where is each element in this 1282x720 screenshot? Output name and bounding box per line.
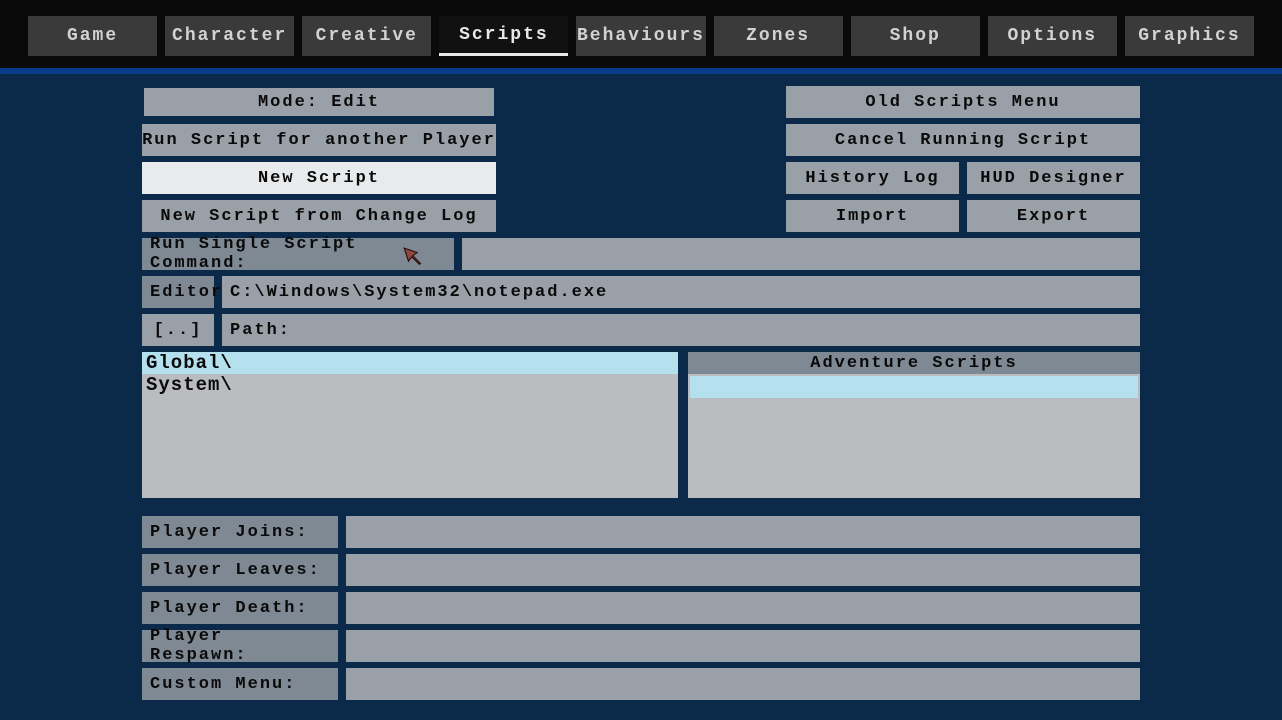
cancel-running-button[interactable]: Cancel Running Script: [784, 122, 1142, 158]
mode-button[interactable]: Mode: Edit: [140, 84, 498, 120]
tab-shop[interactable]: Shop: [851, 16, 980, 56]
player-joins-value[interactable]: [344, 514, 1142, 550]
tab-creative[interactable]: Creative: [302, 16, 431, 56]
player-leaves-value[interactable]: [344, 552, 1142, 588]
updir-button[interactable]: [..]: [140, 312, 216, 348]
export-button[interactable]: Export: [965, 198, 1142, 234]
adventure-scripts-list[interactable]: [688, 374, 1140, 498]
custom-menu-label: Custom Menu:: [140, 666, 340, 702]
run-for-player-button[interactable]: Run Script for another Player: [140, 122, 498, 158]
path-label: Path:: [230, 321, 291, 340]
path-input[interactable]: Path:: [220, 312, 1142, 348]
folder-list[interactable]: Global\ System\: [140, 350, 680, 500]
run-single-input[interactable]: [460, 236, 1142, 272]
tab-character[interactable]: Character: [165, 16, 294, 56]
run-single-label: Run Single Script Command:: [140, 236, 456, 272]
history-log-button[interactable]: History Log: [784, 160, 961, 196]
tab-options[interactable]: Options: [988, 16, 1117, 56]
custom-menu-value[interactable]: [344, 666, 1142, 702]
tab-game[interactable]: Game: [28, 16, 157, 56]
new-from-log-button[interactable]: New Script from Change Log: [140, 198, 498, 234]
tab-scripts[interactable]: Scripts: [439, 16, 568, 56]
top-tab-bar: Game Character Creative Scripts Behaviou…: [0, 0, 1282, 68]
hud-designer-button[interactable]: HUD Designer: [965, 160, 1142, 196]
player-respawn-value[interactable]: [344, 628, 1142, 664]
player-respawn-label: Player Respawn:: [140, 628, 340, 664]
player-leaves-label: Player Leaves:: [140, 552, 340, 588]
new-script-button[interactable]: New Script: [140, 160, 498, 196]
tab-behaviours[interactable]: Behaviours: [576, 16, 705, 56]
folder-system[interactable]: System\: [142, 374, 678, 396]
player-joins-label: Player Joins:: [140, 514, 340, 550]
import-button[interactable]: Import: [784, 198, 961, 234]
old-scripts-menu-button[interactable]: Old Scripts Menu: [784, 84, 1142, 120]
editor-input[interactable]: C:\Windows\System32\notepad.exe: [220, 274, 1142, 310]
editor-label: Editor:: [140, 274, 216, 310]
player-death-value[interactable]: [344, 590, 1142, 626]
tab-zones[interactable]: Zones: [714, 16, 843, 56]
player-death-label: Player Death:: [140, 590, 340, 626]
adventure-script-selected[interactable]: [690, 376, 1138, 398]
folder-global[interactable]: Global\: [142, 352, 678, 374]
main-panel: Mode: Edit Old Scripts Menu Run Script f…: [0, 74, 1282, 720]
adventure-scripts-header: Adventure Scripts: [688, 352, 1140, 374]
tab-graphics[interactable]: Graphics: [1125, 16, 1254, 56]
